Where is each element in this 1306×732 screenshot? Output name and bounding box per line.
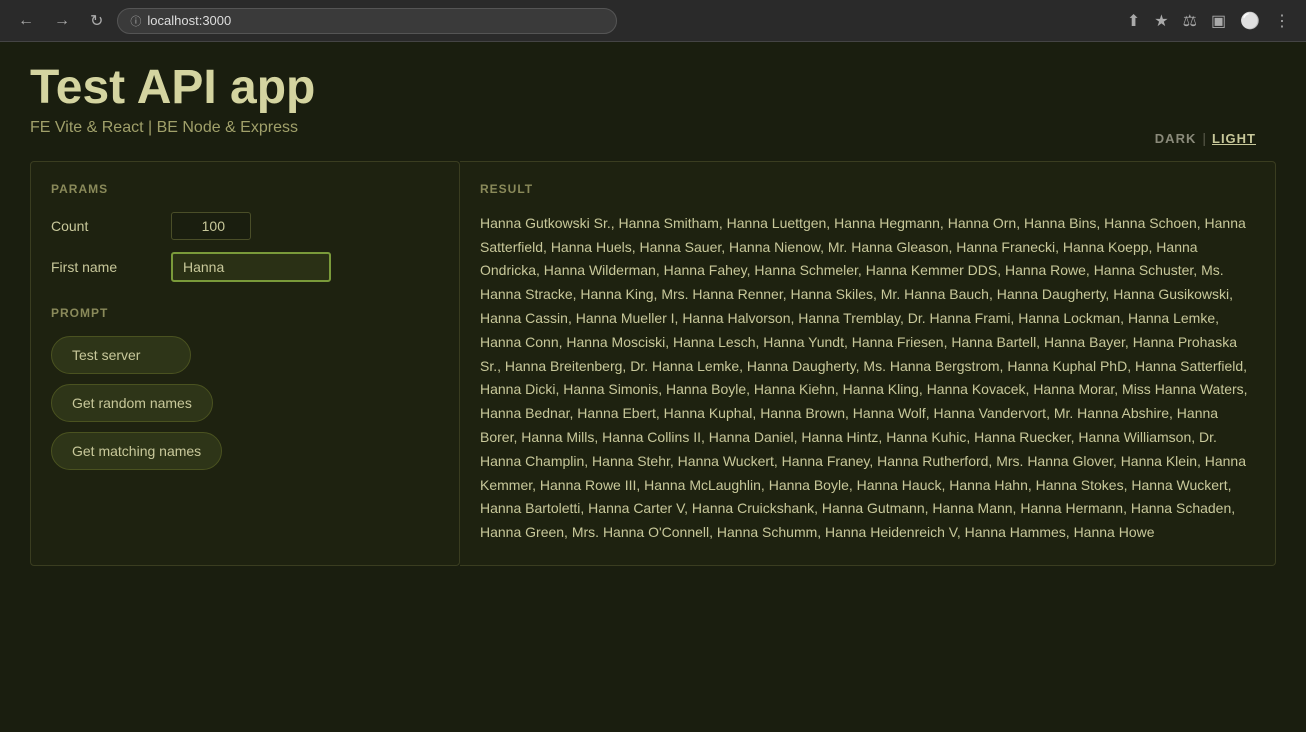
first-name-label: First name (51, 259, 171, 275)
address-bar[interactable]: ⓘ localhost:3000 (117, 8, 617, 34)
test-server-button[interactable]: Test server (51, 336, 191, 374)
app-subtitle: FE Vite & React | BE Node & Express (30, 119, 1276, 137)
theme-divider: | (1202, 130, 1206, 146)
get-matching-names-button[interactable]: Get matching names (51, 432, 222, 470)
back-button[interactable]: ← (12, 8, 40, 34)
first-name-input[interactable] (171, 252, 331, 282)
forward-button[interactable]: → (48, 8, 76, 34)
get-random-names-button[interactable]: Get random names (51, 384, 213, 422)
count-row: Count (51, 212, 439, 240)
app-title: Test API app (30, 62, 1276, 115)
browser-actions: ⬆ ★ ⚖ ▣ ⚪ ⋮ (1123, 7, 1294, 35)
header-area: Test API app FE Vite & React | BE Node &… (30, 62, 1276, 137)
browser-chrome: ← → ↻ ⓘ localhost:3000 ⬆ ★ ⚖ ▣ ⚪ ⋮ (0, 0, 1306, 42)
params-section-label: PARAMS (51, 182, 439, 196)
bookmark-button[interactable]: ★ (1150, 7, 1172, 35)
profile-button[interactable]: ⚪ (1236, 7, 1264, 35)
share-button[interactable]: ⬆ (1123, 7, 1144, 35)
first-name-row: First name (51, 252, 439, 282)
result-section-label: RESULT (480, 182, 1255, 196)
theme-toggle: DARK | LIGHT (1155, 130, 1256, 146)
app-container: Test API app FE Vite & React | BE Node &… (0, 42, 1306, 586)
main-layout: PARAMS Count First name PROMPT Test serv… (30, 161, 1276, 566)
result-text: Hanna Gutkowski Sr., Hanna Smitham, Hann… (480, 212, 1255, 545)
light-theme-button[interactable]: LIGHT (1212, 131, 1256, 146)
prompt-section-label: PROMPT (51, 306, 439, 320)
right-panel: RESULT Hanna Gutkowski Sr., Hanna Smitha… (460, 161, 1276, 566)
prompt-section: PROMPT Test server Get random names Get … (51, 306, 439, 470)
params-section: PARAMS Count First name (51, 182, 439, 282)
count-input[interactable] (171, 212, 251, 240)
extensions-button[interactable]: ⚖ (1179, 7, 1201, 35)
dark-theme-button[interactable]: DARK (1155, 131, 1197, 146)
lock-icon: ⓘ (130, 13, 141, 29)
menu-button[interactable]: ⋮ (1270, 7, 1294, 35)
count-label: Count (51, 218, 171, 234)
url-text: localhost:3000 (147, 13, 231, 28)
buttons-group: Test server Get random names Get matchin… (51, 336, 439, 470)
left-panel: PARAMS Count First name PROMPT Test serv… (30, 161, 460, 566)
split-view-button[interactable]: ▣ (1207, 7, 1230, 35)
reload-button[interactable]: ↻ (84, 7, 109, 35)
